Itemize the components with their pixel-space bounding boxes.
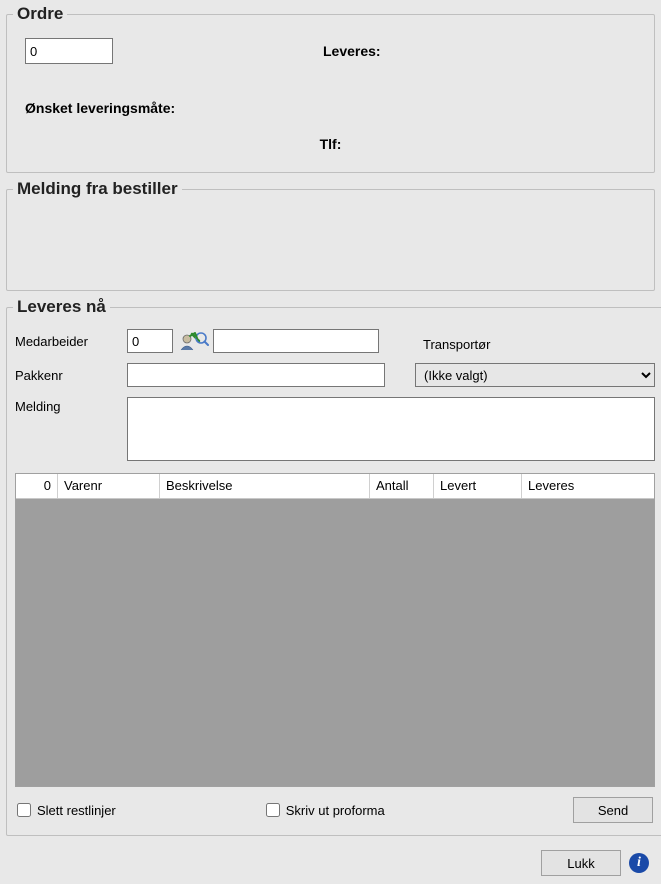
th-levert[interactable]: Levert (434, 474, 522, 498)
transportor-label: Transportør (415, 337, 655, 352)
leveres-na-legend: Leveres nå (13, 297, 110, 317)
medarbeider-name-input[interactable] (213, 329, 379, 353)
medarbeider-label: Medarbeider (15, 334, 127, 349)
th-antall[interactable]: Antall (370, 474, 434, 498)
table-header: 0 Varenr Beskrivelse Antall Levert Lever… (16, 474, 654, 499)
melding-fra-bestiller-legend: Melding fra bestiller (13, 179, 182, 199)
th-leveres[interactable]: Leveres (522, 474, 654, 498)
info-icon[interactable]: i (629, 853, 649, 873)
medarbeider-lookup-button[interactable] (177, 329, 211, 353)
ordre-number-input[interactable] (25, 38, 113, 64)
transportor-select[interactable]: (Ikke valgt) (415, 363, 655, 387)
onsket-leveringsmate-label: Ønsket leveringsmåte: (25, 100, 636, 116)
skriv-ut-proforma-label: Skriv ut proforma (286, 803, 385, 818)
slett-restlinjer-checkbox[interactable]: Slett restlinjer (17, 803, 116, 818)
send-button[interactable]: Send (573, 797, 653, 823)
melding-textarea[interactable] (127, 397, 655, 461)
lukk-button[interactable]: Lukk (541, 850, 621, 876)
slett-restlinjer-label: Slett restlinjer (37, 803, 116, 818)
melding-label: Melding (15, 397, 127, 414)
th-index[interactable]: 0 (16, 474, 58, 498)
skriv-ut-proforma-checkbox[interactable]: Skriv ut proforma (266, 803, 385, 818)
medarbeider-id-input[interactable] (127, 329, 173, 353)
tlf-label: Tlf: (25, 136, 636, 152)
th-varenr[interactable]: Varenr (58, 474, 160, 498)
ordre-legend: Ordre (13, 4, 67, 24)
skriv-ut-proforma-input[interactable] (266, 803, 280, 817)
leveres-label: Leveres: (323, 43, 381, 59)
slett-restlinjer-input[interactable] (17, 803, 31, 817)
leveres-na-group: Leveres nå Medarbeider (6, 297, 661, 836)
th-beskrivelse[interactable]: Beskrivelse (160, 474, 370, 498)
melding-fra-bestiller-group: Melding fra bestiller (6, 179, 655, 291)
lines-table[interactable]: 0 Varenr Beskrivelse Antall Levert Lever… (15, 473, 655, 787)
pakkenr-label: Pakkenr (15, 368, 127, 383)
table-body[interactable] (16, 499, 654, 786)
ordre-group: Ordre Leveres: Ønsket leveringsmåte: Tlf… (6, 4, 655, 173)
user-search-icon (179, 330, 209, 352)
pakkenr-input[interactable] (127, 363, 385, 387)
